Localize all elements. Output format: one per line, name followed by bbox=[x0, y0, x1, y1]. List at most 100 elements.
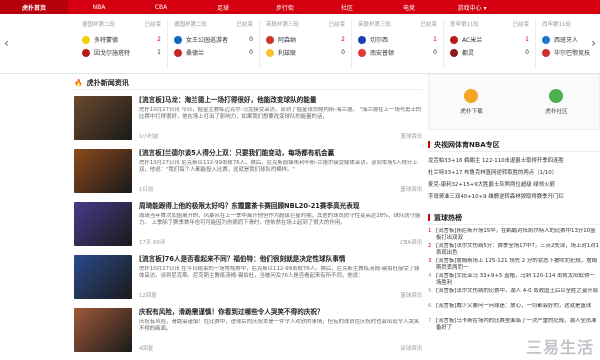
news-source[interactable]: 足球资讯 bbox=[400, 344, 422, 352]
app-community-button[interactable]: 虎扑社区 bbox=[545, 89, 568, 115]
hot-title[interactable]: [流言板]詹姆斯场上 125-121 领先 2 分的状态下被吹罚犯规，詹姆斯罚丢… bbox=[436, 258, 600, 272]
nav-item-bxj[interactable]: 步行街 bbox=[254, 3, 316, 12]
team-score: 0 bbox=[341, 49, 345, 56]
news-source[interactable]: 篮球资讯 bbox=[400, 185, 422, 193]
nba-zone-title: 央视网体育NBA专区 bbox=[428, 138, 600, 152]
news-source[interactable]: 篮球资讯 bbox=[400, 132, 422, 140]
match-league: 德国杯第二轮 bbox=[174, 22, 208, 28]
news-meta: 1日前 篮球资讯 bbox=[139, 185, 422, 193]
team-logo-icon bbox=[450, 48, 458, 57]
nav-item-cba[interactable]: CBA bbox=[130, 4, 192, 11]
hot-title[interactable]: [流言板]扬尼斯开场15中，在鹈鹕对阵凯尔特人的比赛中13分10篮板打出双双 bbox=[436, 228, 600, 242]
title-accent-bar bbox=[428, 141, 430, 148]
hot-item[interactable]: 4 [流言板]文班亚马 33+9+5 盖帽，马刺 120-114 击败太阳取得一场… bbox=[428, 273, 600, 287]
scoreboard-prev-arrow-icon[interactable]: ‹ bbox=[4, 36, 9, 50]
hot-title[interactable]: [流言板]威少又要问一问球迷：放心，一切都会好的，这就是篮球 bbox=[436, 303, 600, 317]
hot-rank: 1 bbox=[428, 228, 432, 234]
news-source[interactable]: 篮球资讯 bbox=[400, 291, 422, 299]
team-score: 0 bbox=[433, 49, 437, 56]
nav-item-esports[interactable]: 电竞 bbox=[378, 3, 440, 12]
hot-title[interactable]: [流言板]法尔文伤病的比赛中，湖人 4-0 击败国王后以全胜之姿开局 bbox=[436, 288, 600, 302]
match-status: 已结束 bbox=[144, 22, 161, 28]
match-list: 德国杯第二轮 已结束 多特蒙德 2 因戈尔施塔特 1 德国杯第二轮 已结束 女王公园巡游者 0 桑德… bbox=[76, 20, 600, 68]
match-league: 意甲第11轮 bbox=[450, 22, 479, 28]
app-promo-box: 虎扑下载 虎扑社区 bbox=[428, 74, 600, 130]
news-thumbnail[interactable] bbox=[74, 202, 132, 246]
news-thumbnail[interactable] bbox=[74, 96, 132, 140]
nav-item-soccer[interactable]: 足球 bbox=[192, 3, 254, 12]
hot-rank: 6 bbox=[428, 303, 432, 309]
news-content: 周琦能跟得上他的极限太好吗？东霞露茶卡赛回顾NBL20-21赛季高光表现周琦当年… bbox=[139, 202, 422, 246]
hot-title[interactable]: [流言板]文班亚马 33+9+5 盖帽，马刺 120-114 击败太阳取得一场胜… bbox=[436, 273, 600, 287]
news-item[interactable]: [流言板]马龙：海兰德上一场打得很好，他能改变球队的能量 虎扑10月27日讯 今日… bbox=[74, 96, 422, 148]
nba-zone-link[interactable]: 龙舌帕33+16 鹈鹕主 122-110击退爵士取得开季四连胜 bbox=[428, 155, 600, 167]
app-download-button[interactable]: 虎扑下载 bbox=[460, 89, 483, 115]
team-name: 桑德兰 bbox=[186, 50, 205, 57]
match-card[interactable]: 意甲第11轮 已结束 AC米兰 1 都灵 0 bbox=[444, 20, 536, 68]
match-league: 英联杯第三轮 bbox=[266, 22, 300, 28]
nba-zone-title-text: 央视网体育NBA专区 bbox=[434, 140, 500, 149]
hot-item[interactable]: 1 [流言板]扬尼斯开场15中，在鹈鹕对阵凯尔特人的比赛中13分10篮板打出双双 bbox=[428, 228, 600, 242]
news-meta: 4回复 足球资讯 bbox=[139, 344, 422, 352]
news-item[interactable]: 庆祝有风险，滑跪需谨慎！你看到过哪些令人哭笑不得的庆祝？ 庆祝有风险，滑跪需谨慎！… bbox=[74, 308, 422, 360]
team-logo-icon bbox=[266, 48, 274, 57]
match-header: 德国杯第二轮 已结束 bbox=[82, 20, 161, 28]
nav-item-community[interactable]: 社区 bbox=[316, 3, 378, 12]
hot-rank: 4 bbox=[428, 273, 432, 279]
match-status: 已结束 bbox=[512, 22, 529, 28]
hot-title[interactable]: [流言板]法尔文伤病5分：赛季全场17中7，三点2失误，场上对1对1表现出色 bbox=[436, 243, 600, 257]
match-league: 德国杯第二轮 bbox=[82, 22, 116, 28]
news-title[interactable]: [流言板]马龙：海兰德上一场打得很好，他能改变球队的能量 bbox=[139, 96, 422, 105]
news-item[interactable]: 周琦能跟得上他的极限太好吗？东霞露茶卡赛回顾NBL20-21赛季高光表现周琦当年… bbox=[74, 202, 422, 254]
team-logo-icon bbox=[174, 35, 182, 44]
nav-item-game-center[interactable]: 游戏中心 ▾ bbox=[440, 3, 504, 12]
match-card[interactable]: 英联杯第三轮 已结束 切尔西 1 南安普顿 0 bbox=[352, 20, 444, 68]
news-title[interactable]: [流言板]兰德尔谈5人得分上双：只要我们能变动，每场都有机会赢 bbox=[139, 149, 422, 158]
match-card[interactable]: 英联杯第三轮 已结束 阿森纳 2 利兹联 0 bbox=[260, 20, 352, 68]
news-title[interactable]: [流言板]76人是否看起来不同？福伯特：他们很刻就是决定性球队事情 bbox=[139, 255, 422, 264]
team-row: 桑德兰 0 bbox=[174, 46, 253, 59]
news-list: [流言板]马龙：海兰德上一场打得很好，他能改变球队的能量 虎扑10月27日讯 今日… bbox=[74, 96, 422, 360]
hot-item[interactable]: 2 [流言板]法尔文伤病5分：赛季全场17中7，三点2失误，场上对1对1表现出色 bbox=[428, 243, 600, 257]
nba-zone-link[interactable]: 杜兰特33+17 布鲁克林篮网逆转取胜的两点（1/10） bbox=[428, 167, 600, 179]
title-accent-bar bbox=[428, 214, 430, 221]
team-row: 阿森纳 2 bbox=[266, 33, 345, 46]
match-card[interactable]: 德国杯第二轮 已结束 多特蒙德 2 因戈尔施塔特 1 bbox=[76, 20, 168, 68]
news-summary: 周琦当年首次加盟离开的，风暴队在上一季中离开他但作为超级巨星时期，其他的球员防守… bbox=[139, 213, 421, 226]
team-score: 1 bbox=[525, 36, 529, 43]
team-name: 阿森纳 bbox=[278, 37, 297, 44]
nav-home-logo[interactable]: 虎扑首页 bbox=[0, 0, 68, 14]
news-title[interactable]: 周琦能跟得上他的极限太好吗？东霞露茶卡赛回顾NBL20-21赛季高光表现 bbox=[139, 202, 422, 211]
nba-zone-link[interactable]: 麦克-康利32+15+9大胜爵士灰熊两位超级 绿领火箭 bbox=[428, 179, 600, 191]
match-header: 英联杯第三轮 已结束 bbox=[266, 20, 345, 28]
top-nav: 虎扑首页 NBA CBA 足球 步行街 社区 电竞 游戏中心 ▾ bbox=[0, 0, 600, 14]
news-content: [流言板]76人是否看起来不同？福伯特：他们很刻就是决定性球队事情 虎扑10月27… bbox=[139, 255, 422, 299]
news-thumbnail[interactable] bbox=[74, 255, 132, 299]
watermark: 三易生活 bbox=[525, 338, 594, 357]
team-score: 0 bbox=[249, 49, 253, 56]
news-item[interactable]: [流言板]兰德尔谈5人得分上双：只要我们能变动，每场都有机会赢 虎扑10月27日讯… bbox=[74, 149, 422, 201]
hot-item[interactable]: 7 [流言板]马卡斯在场内的比赛里面临了一次严重的犯规，湖人全员准备好了 bbox=[428, 318, 600, 332]
team-score: 1 bbox=[157, 49, 161, 56]
nav-item-nba[interactable]: NBA bbox=[68, 4, 130, 11]
news-item[interactable]: [流言板]76人是否看起来不同？福伯特：他们很刻就是决定性球队事情 虎扑10月27… bbox=[74, 255, 422, 307]
team-logo-icon bbox=[82, 35, 90, 44]
hot-item[interactable]: 3 [流言板]詹姆斯场上 125-121 领先 2 分的状态下被吹罚犯规，詹姆斯罚… bbox=[428, 258, 600, 272]
team-logo-icon bbox=[542, 35, 550, 44]
news-time: 12回复 bbox=[139, 293, 157, 299]
nba-zone-link[interactable]: 字母哥准三双40+10+9 雄鹿逆转森林狼取得赛季开门红 bbox=[428, 191, 600, 203]
news-source[interactable]: CBA资讯 bbox=[400, 238, 422, 246]
match-card[interactable]: 德国杯第二轮 已结束 女王公园巡游者 0 桑德兰 0 bbox=[168, 20, 260, 68]
news-thumbnail[interactable] bbox=[74, 308, 132, 352]
scoreboard-next-arrow-icon[interactable]: › bbox=[591, 36, 596, 50]
news-thumbnail[interactable] bbox=[74, 149, 132, 193]
news-time: 4回复 bbox=[139, 346, 154, 352]
hot-title[interactable]: [流言板]马卡斯在场内的比赛里面临了一次严重的犯规，湖人全员准备好了 bbox=[436, 318, 600, 332]
news-section-title: 虎扑新闻资讯 bbox=[86, 78, 129, 87]
news-title[interactable]: 庆祝有风险，滑跪需谨慎！你看到过哪些令人哭笑不得的庆祝？ bbox=[139, 308, 422, 317]
team-row: 多特蒙德 2 bbox=[82, 33, 161, 46]
team-score: 2 bbox=[157, 36, 161, 43]
hot-item[interactable]: 5 [流言板]法尔文伤病的比赛中，湖人 4-0 击败国王后以全胜之姿开局 bbox=[428, 288, 600, 302]
hot-item[interactable]: 6 [流言板]威少又要问一问球迷：放心，一切都会好的，这就是篮球 bbox=[428, 303, 600, 317]
team-logo-icon bbox=[358, 48, 366, 57]
